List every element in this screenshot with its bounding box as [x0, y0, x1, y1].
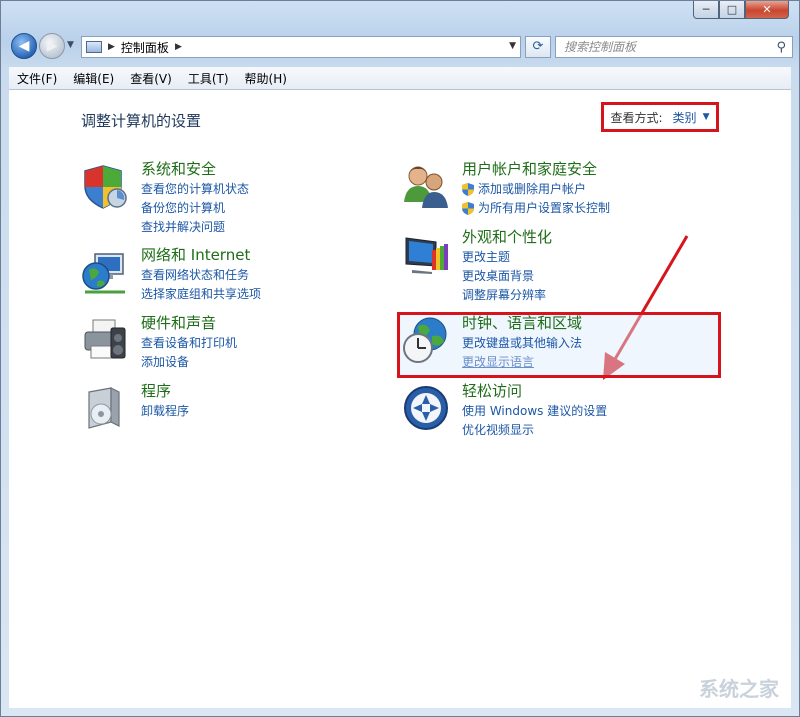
maximize-button[interactable]: □ — [719, 1, 745, 19]
page-title: 调整计算机的设置 — [81, 112, 202, 130]
link-uninstall[interactable]: 卸载程序 — [141, 402, 189, 421]
category-title[interactable]: 时钟、语言和区域 — [462, 312, 582, 333]
shield-icon — [84, 165, 127, 209]
link-change-theme[interactable]: 更改主题 — [462, 248, 546, 267]
link-backup[interactable]: 备份您的计算机 — [141, 199, 249, 218]
close-button[interactable]: ✕ — [745, 1, 789, 19]
link-recommended-settings[interactable]: 使用 Windows 建议的设置 — [462, 402, 607, 421]
link-network-status[interactable]: 查看网络状态和任务 — [141, 266, 261, 285]
back-button[interactable]: ◀ — [11, 33, 37, 59]
category-title[interactable]: 用户帐户和家庭安全 — [462, 158, 597, 179]
window-frame: ─ □ ✕ ◀ ▶ ▼ ▶ 控制面板 ▶ ▼ ⟳ 搜索控制面板 ⚲ 文件(F) … — [0, 0, 800, 717]
watermark: 系统之家 — [699, 677, 779, 701]
forward-button[interactable]: ▶ — [39, 33, 65, 59]
link-troubleshoot[interactable]: 查找并解决问题 — [141, 218, 249, 237]
link-check-status[interactable]: 查看您的计算机状态 — [141, 180, 249, 199]
view-by-control[interactable]: 查看方式: 类别 ▼ — [601, 102, 719, 132]
category-title[interactable]: 程序 — [141, 380, 171, 401]
menu-file[interactable]: 文件(F) — [9, 70, 65, 87]
chevron-down-icon[interactable]: ▼ — [703, 112, 710, 122]
menu-view[interactable]: 查看(V) — [122, 70, 180, 87]
history-dropdown-icon[interactable]: ▼ — [67, 40, 74, 50]
search-icon[interactable]: ⚲ — [776, 38, 786, 58]
category-title[interactable]: 轻松访问 — [462, 380, 522, 401]
minimize-button[interactable]: ─ — [693, 1, 719, 19]
view-by-value[interactable]: 类别 — [673, 109, 697, 126]
address-bar[interactable]: ▶ 控制面板 ▶ ▼ — [81, 36, 521, 58]
link-label[interactable]: 为所有用户设置家长控制 — [478, 201, 610, 215]
category-title[interactable]: 外观和个性化 — [462, 226, 552, 247]
menu-bar: 文件(F) 编辑(E) 查看(V) 工具(T) 帮助(H) — [9, 67, 791, 90]
category-title[interactable]: 硬件和声音 — [141, 312, 216, 333]
link-devices-printers[interactable]: 查看设备和打印机 — [141, 334, 237, 353]
caption-buttons: ─ □ ✕ — [693, 1, 789, 21]
control-panel-icon — [86, 41, 102, 53]
search-placeholder: 搜索控制面板 — [564, 40, 637, 54]
category-title[interactable]: 网络和 Internet — [141, 244, 250, 265]
printer-icon — [84, 319, 126, 359]
ease-access-icon — [404, 386, 448, 430]
programs-icon — [88, 387, 120, 429]
clock-globe-icon — [403, 317, 447, 363]
content-area: 调整计算机的设置 查看方式: 类别 ▼ 系统和安全 查看您的计算机状态 备份您的… — [9, 90, 791, 708]
network-icon — [82, 253, 125, 294]
link-desktop-background[interactable]: 更改桌面背景 — [462, 267, 546, 286]
breadcrumb-control-panel[interactable]: 控制面板 — [121, 39, 169, 56]
link-keyboard-input[interactable]: 更改键盘或其他输入法 — [462, 334, 582, 353]
menu-help[interactable]: 帮助(H) — [237, 70, 295, 87]
link-optimize-display[interactable]: 优化视频显示 — [462, 421, 607, 440]
link-add-remove-accounts[interactable]: 添加或删除用户帐户 — [462, 180, 610, 199]
refresh-button[interactable]: ⟳ — [525, 36, 551, 58]
link-homegroup[interactable]: 选择家庭组和共享选项 — [141, 285, 261, 304]
link-label[interactable]: 添加或删除用户帐户 — [478, 182, 586, 196]
link-screen-resolution[interactable]: 调整屏幕分辨率 — [462, 286, 546, 305]
view-by-label: 查看方式: — [610, 110, 663, 125]
menu-tools[interactable]: 工具(T) — [180, 70, 237, 87]
search-input[interactable]: 搜索控制面板 ⚲ — [555, 36, 793, 58]
category-title[interactable]: 系统和安全 — [141, 158, 216, 179]
navigation-row: ◀ ▶ ▼ ▶ 控制面板 ▶ ▼ ⟳ 搜索控制面板 ⚲ — [9, 31, 793, 61]
uac-shield-icon — [462, 183, 474, 196]
menu-edit[interactable]: 编辑(E) — [65, 70, 122, 87]
link-parental-controls[interactable]: 为所有用户设置家长控制 — [462, 199, 610, 218]
address-dropdown-icon[interactable]: ▼ — [509, 41, 516, 51]
users-icon — [404, 166, 448, 208]
display-icon — [405, 237, 448, 274]
link-display-language[interactable]: 更改显示语言 — [462, 353, 582, 372]
chevron-right-icon[interactable]: ▶ — [108, 42, 115, 52]
chevron-right-icon[interactable]: ▶ — [175, 42, 182, 52]
link-add-device[interactable]: 添加设备 — [141, 353, 237, 372]
uac-shield-icon — [462, 202, 474, 215]
